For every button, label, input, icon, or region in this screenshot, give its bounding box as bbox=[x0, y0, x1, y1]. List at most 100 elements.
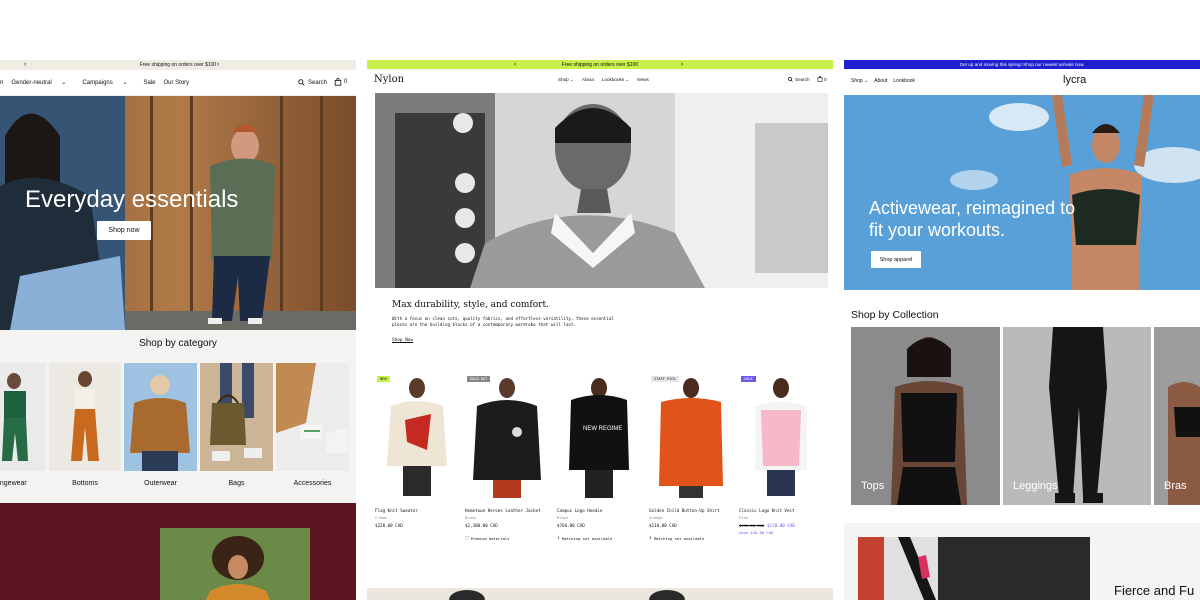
hero-title-line: fit your workouts. bbox=[869, 220, 1006, 240]
chevron-down-icon: ⌄ bbox=[122, 80, 128, 86]
lower-banner-peek bbox=[367, 588, 833, 600]
nav-item-lookbook[interactable]: Lookbook bbox=[893, 78, 915, 84]
heart-icon: ♡ bbox=[465, 535, 469, 542]
search-button[interactable]: Search bbox=[788, 77, 810, 82]
savings-text: Save $20.00 CAD bbox=[739, 530, 774, 535]
hero-title: Everyday essentials bbox=[25, 186, 239, 213]
product-name: Classic Logo Knit Vest bbox=[739, 508, 795, 513]
product-image bbox=[387, 378, 447, 496]
promo-image bbox=[858, 537, 1090, 600]
product-note: ⇕ Matching set available bbox=[649, 535, 704, 541]
category-photo bbox=[0, 363, 46, 471]
category-photo bbox=[49, 363, 121, 471]
promo-title: Fierce and Fu bbox=[1114, 583, 1195, 598]
nav-item-about[interactable]: About bbox=[874, 78, 887, 84]
product-card[interactable]: SALE Classic Logo Knit Vest Pink $190.00… bbox=[739, 370, 829, 545]
product-card[interactable]: NEW Flag Knit Sweater Cream $220.00 CAD bbox=[375, 370, 459, 545]
category-label: Accessories bbox=[293, 480, 332, 487]
product-name: Campus Logo Hoodie bbox=[557, 508, 603, 513]
category-card-bottoms[interactable] bbox=[49, 363, 121, 471]
nav-item-sale[interactable]: Sale bbox=[143, 80, 155, 86]
product-name: Golden Child Button-Up Shirt bbox=[649, 508, 720, 513]
collection-label: Leggings bbox=[1013, 480, 1058, 492]
store-logo[interactable]: lycra bbox=[1063, 74, 1086, 86]
product-color: Black bbox=[557, 515, 569, 520]
hero-title-line: Activewear, reimagined to bbox=[869, 198, 1076, 218]
announcement-prev-arrow-icon[interactable]: ‹ bbox=[24, 60, 26, 70]
product-name: Hometown Heroes Leather Jacket bbox=[465, 508, 541, 513]
cart-button[interactable]: 0 bbox=[817, 76, 827, 82]
main-navigation: Shop ⌄ About Lookbooks ⌄ News bbox=[558, 77, 649, 83]
category-card-bags[interactable] bbox=[200, 363, 273, 471]
announcement-text: Free shipping on orders over $100 bbox=[139, 62, 217, 68]
nav-label: Campaigns bbox=[82, 80, 113, 86]
chevron-down-icon: ⌄ bbox=[625, 77, 630, 82]
announcement-next-arrow-icon[interactable]: › bbox=[217, 60, 219, 70]
nav-item-our-story[interactable]: Our Story bbox=[163, 80, 189, 86]
matching-set-icon: ⇕ bbox=[649, 535, 653, 541]
collection-photo bbox=[1003, 327, 1151, 505]
product-card[interactable]: STAFF PICK Golden Child Button-Up Shirt … bbox=[649, 370, 733, 545]
nav-label: Gender-neutral bbox=[11, 80, 52, 86]
search-button[interactable]: Search bbox=[298, 79, 335, 86]
search-label: Search bbox=[308, 79, 328, 86]
shop-now-link[interactable]: Shop Now bbox=[392, 338, 413, 343]
collection-label: Tops bbox=[861, 480, 885, 492]
product-note: ♡ Premium materials bbox=[465, 535, 510, 542]
search-label: Search bbox=[795, 77, 810, 82]
store-logo[interactable]: Nylon bbox=[374, 74, 404, 85]
collection-photo bbox=[851, 327, 1000, 505]
promo-photo bbox=[0, 503, 356, 600]
announcement-prev-arrow-icon[interactable]: ‹ bbox=[514, 60, 516, 69]
announcement-bar: ‹ Free shipping on orders over $100 › bbox=[0, 60, 356, 70]
cart-count: 0 bbox=[824, 76, 827, 82]
svg-text:NEW REGIME: NEW REGIME bbox=[583, 426, 622, 432]
announcement-text: Free shipping on orders over $100 bbox=[561, 61, 639, 68]
announcement-next-arrow-icon[interactable]: › bbox=[681, 60, 683, 69]
banner-photo bbox=[367, 588, 833, 600]
product-card[interactable]: NEW REGIME Campus Logo Hoodie Black $760… bbox=[557, 370, 641, 545]
nav-label: Shop bbox=[851, 78, 863, 84]
product-card[interactable]: SOLD OUT Hometown Heroes Leather Jacket … bbox=[465, 370, 549, 545]
note-text: Premium materials bbox=[470, 536, 510, 541]
product-name: Flag Knit Sweater bbox=[375, 508, 418, 513]
nav-item-shop[interactable]: Shop ⌄ bbox=[851, 78, 868, 84]
category-label: Bags bbox=[228, 480, 245, 487]
product-price: $220.00 CAD bbox=[375, 523, 403, 528]
collection-card-tops[interactable]: Tops bbox=[851, 327, 1000, 505]
category-card-outerwear[interactable] bbox=[124, 363, 197, 471]
site-header: Nylon Shop ⌄ About Lookbooks ⌄ News Sear… bbox=[367, 69, 833, 93]
hero-shop-apparel-button[interactable]: Shop apparel bbox=[871, 251, 921, 268]
nav-item-news[interactable]: News bbox=[637, 77, 649, 83]
intro-body-line: With a focus on clean cuts, quality fabr… bbox=[392, 316, 614, 321]
nav-item-shop[interactable]: Shop ⌄ bbox=[558, 77, 574, 83]
storefront-preview-3: Get up and moving this spring! Shop our … bbox=[844, 60, 1200, 600]
hero-image bbox=[375, 93, 828, 288]
nav-item-lookbooks[interactable]: Lookbooks ⌄ bbox=[602, 77, 629, 83]
category-card-loungewear[interactable] bbox=[0, 363, 46, 471]
category-photo bbox=[200, 363, 273, 471]
cart-button[interactable]: 0 bbox=[334, 78, 355, 86]
sale-price: $170.00 CAD bbox=[767, 523, 795, 528]
collection-photo bbox=[1154, 327, 1200, 505]
nav-item-campaigns[interactable]: Campaigns ⌄ bbox=[82, 79, 135, 86]
badge-staff-pick: STAFF PICK bbox=[651, 376, 679, 382]
note-text: Matching set available bbox=[562, 535, 613, 541]
bag-icon bbox=[334, 78, 342, 86]
collection-card-bras[interactable]: Bras bbox=[1154, 327, 1200, 505]
collection-card-leggings[interactable]: Leggings bbox=[1003, 327, 1151, 505]
badge-sale: SALE bbox=[741, 376, 756, 382]
chevron-down-icon: ⌄ bbox=[864, 78, 869, 84]
nav-item-gender-neutral[interactable]: Gender-neutral ⌄ bbox=[11, 79, 74, 86]
category-card-accessories[interactable] bbox=[276, 363, 349, 471]
product-image: NEW REGIME bbox=[569, 378, 629, 498]
hero-image: Activewear, reimagined to fit your worko… bbox=[844, 95, 1200, 290]
hero-shop-now-button[interactable]: Shop now bbox=[97, 221, 151, 240]
nav-item-partial[interactable]: n bbox=[0, 80, 3, 86]
search-icon bbox=[298, 79, 305, 86]
nav-item-about[interactable]: About bbox=[582, 77, 594, 83]
section-title: Shop by category bbox=[139, 338, 217, 349]
compare-at-price: $190.00 CAD bbox=[739, 523, 765, 528]
product-image bbox=[755, 378, 807, 496]
announcement-text: Get up and moving this spring! Shop our … bbox=[959, 62, 1085, 67]
